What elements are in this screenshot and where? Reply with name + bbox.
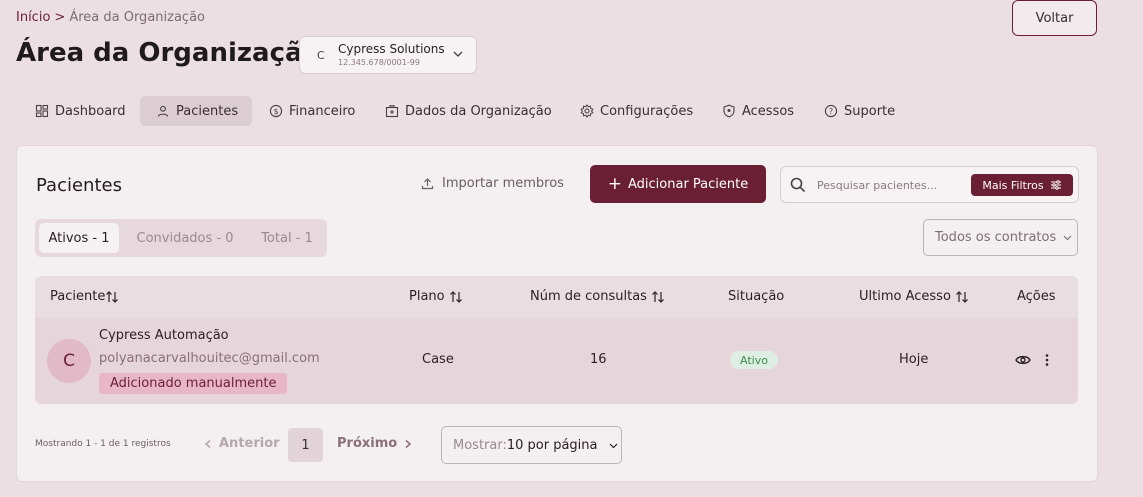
column-header-ultimo-acesso[interactable]: Ultimo Acesso (859, 289, 969, 304)
more-filters-label: Mais Filtros (982, 178, 1044, 192)
breadcrumb: Início > Área da Organização (16, 10, 205, 25)
add-patient-button[interactable]: + Adicionar Paciente (590, 165, 766, 203)
tab-pacientes[interactable]: Pacientes (140, 96, 252, 126)
page-title: Área da Organização (16, 38, 321, 68)
column-header-label: Situação (728, 289, 785, 304)
status-badge: Ativo (730, 351, 778, 369)
back-button[interactable]: Voltar (1012, 0, 1097, 36)
tab-dados-da-organizacao-label: Dados da Organização (405, 103, 552, 119)
column-header-situacao: Situação (728, 289, 784, 304)
eye-icon[interactable] (1015, 352, 1031, 368)
patient-name: Cypress Automação (99, 328, 229, 343)
tab-dados-da-organizacao[interactable]: Dados da Organização (377, 96, 560, 126)
svg-text:$: $ (273, 107, 278, 116)
tab-suporte[interactable]: ? Suporte (816, 96, 903, 126)
avatar: C (47, 339, 91, 383)
dashboard-icon (35, 104, 49, 118)
status-tab-convidados[interactable]: Convidados - 0 (131, 223, 239, 253)
column-header-label: Paciente (50, 289, 106, 304)
next-page-button[interactable]: Próximo (337, 436, 413, 451)
column-header-plano[interactable]: Plano (409, 289, 463, 304)
tab-dashboard-label: Dashboard (55, 103, 126, 119)
column-header-label: Núm de consultas (530, 289, 647, 304)
tab-financeiro-label: Financeiro (289, 103, 356, 119)
sort-icon (449, 290, 462, 303)
per-page-select[interactable]: Mostrar: 10 por página (441, 426, 622, 464)
tab-acessos[interactable]: Acessos (714, 96, 802, 126)
org-initial: C (317, 49, 325, 62)
help-icon: ? (824, 104, 838, 118)
column-header-consultas[interactable]: Núm de consultas (530, 289, 665, 304)
per-page-value: 10 por página (506, 437, 598, 453)
more-filters-button[interactable]: Mais Filtros (971, 174, 1073, 196)
sort-icon (955, 290, 968, 303)
patient-last-access: Hoje (899, 352, 929, 367)
organization-select[interactable]: C Cypress Solutions 12.345.678/0001-99 (299, 36, 477, 74)
patients-table: Paciente Plano Núm de consultas Situação… (35, 276, 1078, 404)
more-options-icon[interactable] (1041, 352, 1053, 368)
chevron-down-icon (1063, 235, 1072, 241)
briefcase-icon (385, 105, 399, 118)
breadcrumb-separator: > (54, 10, 66, 25)
next-page-label: Próximo (337, 436, 398, 451)
search-input[interactable] (817, 176, 967, 194)
previous-page-label: Anterior (219, 436, 280, 451)
patients-card: Pacientes Importar membros + Adicionar P… (16, 145, 1098, 482)
patient-plan: Case (422, 352, 454, 367)
patient-email: polyanacarvalhouitec@gmail.com (99, 351, 320, 366)
column-header-paciente[interactable]: Paciente (50, 289, 119, 304)
chevron-right-icon (405, 439, 412, 448)
status-tabs: Ativos - 1 Convidados - 0 Total - 1 (35, 219, 327, 257)
per-page-label: Mostrar: (453, 437, 507, 453)
column-header-label: Plano (409, 289, 445, 304)
import-members-button[interactable]: Importar membros (421, 176, 564, 191)
search-box: Mais Filtros (780, 166, 1079, 203)
dollar-icon: $ (269, 104, 283, 118)
breadcrumb-home-link[interactable]: Início (16, 10, 50, 25)
card-title: Pacientes (36, 175, 122, 196)
status-tab-ativos[interactable]: Ativos - 1 (39, 223, 119, 253)
previous-page-button[interactable]: Anterior (203, 436, 280, 451)
tab-configuracoes-label: Configurações (600, 103, 694, 119)
tab-configuracoes[interactable]: Configurações (572, 96, 701, 126)
column-header-label: Ações (1017, 289, 1056, 304)
contracts-select[interactable]: Todos os contratos (923, 219, 1078, 256)
svg-text:?: ? (829, 107, 833, 116)
patient-origin-tag: Adicionado manualmente (99, 373, 288, 394)
sort-icon (106, 290, 119, 303)
sort-icon (652, 290, 664, 303)
add-patient-label: Adicionar Paciente (628, 176, 749, 192)
chevron-down-icon (453, 51, 463, 57)
tab-pacientes-label: Pacientes (176, 103, 239, 119)
contracts-select-value: Todos os contratos (935, 230, 1057, 245)
status-tab-total[interactable]: Total - 1 (249, 223, 325, 253)
breadcrumb-current: Área da Organização (69, 10, 205, 25)
tab-dashboard[interactable]: Dashboard (27, 96, 134, 126)
user-icon (157, 105, 169, 117)
sliders-icon (1050, 180, 1061, 190)
table-row[interactable]: C Cypress Automação polyanacarvalhouitec… (35, 318, 1078, 404)
chevron-left-icon (204, 439, 211, 448)
tab-financeiro[interactable]: $ Financeiro (261, 96, 363, 126)
upload-icon (421, 178, 434, 190)
org-cnpj: 12.345.678/0001-99 (338, 58, 420, 67)
search-icon (790, 177, 806, 193)
patient-consultations: 16 (590, 352, 607, 367)
page-number-button[interactable]: 1 (288, 428, 323, 462)
tab-suporte-label: Suporte (844, 103, 896, 119)
gear-icon (580, 104, 594, 118)
chevron-down-icon (609, 443, 617, 448)
plus-icon: + (607, 173, 622, 194)
tab-acessos-label: Acessos (742, 103, 795, 119)
table-header: Paciente Plano Núm de consultas Situação… (35, 276, 1078, 318)
column-header-label: Ultimo Acesso (859, 289, 951, 304)
import-members-label: Importar membros (442, 176, 564, 191)
shield-icon (723, 104, 735, 118)
pagination-info: Mostrando 1 - 1 de 1 registros (35, 439, 171, 449)
column-header-acoes: Ações (1017, 289, 1056, 304)
org-name: Cypress Solutions (338, 42, 445, 56)
